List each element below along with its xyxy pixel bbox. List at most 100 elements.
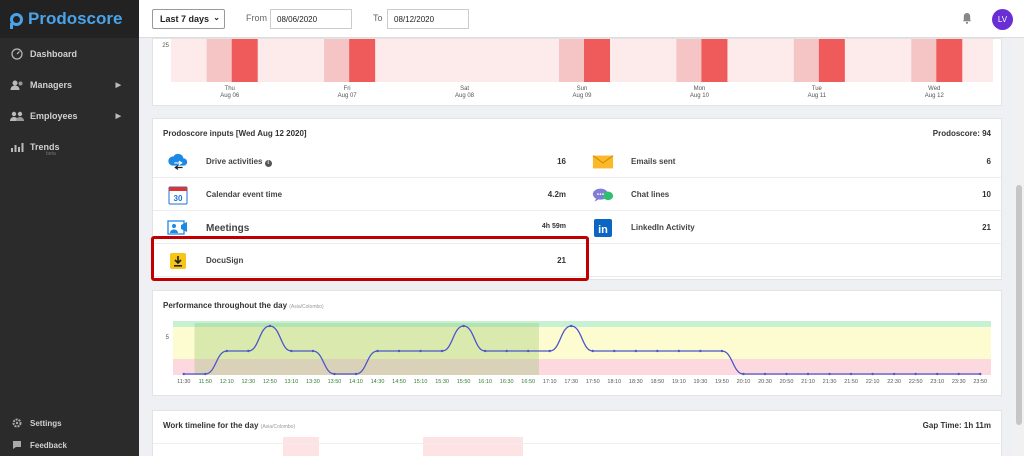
x-tick-label: 22:50: [909, 379, 923, 385]
performance-point: [591, 349, 594, 353]
x-tick-label: 21:10: [801, 379, 815, 385]
x-tick-label: 19:50: [715, 379, 729, 385]
work-timeline-title: Work timeline for the day (Asia/Colombo): [163, 421, 296, 430]
sidebar-nav: Dashboard Managers ▶ Employees ▶ Trends …: [0, 38, 139, 162]
x-tick-label: 12:30: [241, 379, 255, 385]
x-tick-label: Aug 06: [220, 93, 240, 99]
x-tick-label: 15:30: [435, 379, 449, 385]
video-meeting-icon: [167, 218, 189, 238]
inputs-title: Prodoscore inputs [Wed Aug 12 2020]: [163, 129, 307, 138]
scrollbar-thumb[interactable]: [1016, 185, 1022, 425]
performance-point: [935, 372, 939, 376]
topbar: Last 7 days ⌄ From 08/06/2020 To 08/12/2…: [139, 0, 1024, 38]
sidebar-item-trends[interactable]: Trends beta: [0, 131, 139, 162]
brand[interactable]: Prodoscore: [0, 0, 139, 38]
day-bar-light: [206, 39, 232, 82]
gap-time: Gap Time: 1h 11m: [922, 421, 991, 430]
sidebar-item-label: Feedback: [30, 440, 67, 450]
day-bar-light: [911, 39, 937, 82]
performance-point: [333, 372, 336, 376]
x-tick-label: 14:30: [371, 379, 385, 385]
input-value: 10: [982, 190, 991, 199]
x-tick-label: 12:50: [263, 379, 277, 385]
x-tick-label: 17:50: [586, 379, 600, 385]
avatar[interactable]: LV: [992, 9, 1013, 30]
sidebar-item-label: Employees: [30, 110, 78, 121]
cloud-drive-icon: [167, 152, 189, 172]
performance-point: [979, 372, 982, 376]
x-tick-label: 23:30: [952, 379, 966, 385]
x-tick-label: 18:50: [650, 379, 664, 385]
from-date-input[interactable]: 08/06/2020: [270, 9, 352, 29]
performance-point: [311, 349, 315, 353]
sidebar-item-settings[interactable]: Settings: [0, 412, 139, 434]
x-tick-label: Mon: [694, 86, 706, 92]
date-range-select[interactable]: Last 7 days ⌄: [152, 9, 225, 29]
input-name: Meetings: [206, 223, 250, 234]
input-value: 4.2m: [547, 190, 566, 199]
x-tick-label: 15:50: [457, 379, 471, 385]
input-value: 21: [982, 223, 991, 232]
input-row-linkedin: in LinkedIn Activity 21: [578, 211, 1003, 244]
sidebar-item-employees[interactable]: Employees ▶: [0, 100, 139, 131]
performance-point: [570, 324, 573, 328]
x-tick-label: 19:30: [694, 379, 708, 385]
managers-icon: [10, 79, 24, 91]
date-range-value: Last 7 days: [160, 14, 210, 24]
performance-point: [354, 372, 358, 376]
x-tick-label: 16:50: [521, 379, 535, 385]
input-name: Emails sent: [631, 157, 676, 166]
performance-point: [785, 372, 788, 376]
sidebar-item-managers[interactable]: Managers ▶: [0, 69, 139, 100]
day-bar: [936, 39, 963, 82]
daily-score-chart: 25 ThuAug 06 FriAug 07 SatAug 08 SunAug 09 Mo…: [162, 39, 993, 99]
performance-point: [634, 349, 638, 353]
chevron-right-icon: ▶: [115, 112, 121, 120]
linkedin-icon: in: [592, 218, 614, 238]
sidebar-bottom: Settings Feedback: [0, 412, 139, 456]
performance-point: [828, 372, 831, 376]
prodoscore-value: Prodoscore: 94: [932, 129, 991, 138]
x-tick-label: 11:50: [199, 379, 212, 385]
day-bar-light: [324, 39, 350, 82]
input-row-emails: Emails sent 6: [578, 145, 1003, 178]
x-tick-label: Aug 07: [338, 93, 358, 99]
sidebar-item-dashboard[interactable]: Dashboard: [0, 38, 139, 69]
performance-point: [613, 349, 616, 353]
x-tick-label: 22:30: [887, 379, 901, 385]
x-tick-label: Sun: [577, 86, 588, 92]
x-tick-label: Fri: [344, 86, 351, 92]
day-bar: [231, 39, 258, 82]
y-tick-label: 25: [162, 43, 169, 49]
x-tick-label: 20:30: [758, 379, 772, 385]
work-timeline-strip: [153, 437, 1003, 456]
x-tick-label: 15:10: [414, 379, 428, 385]
x-tick-label: 17:10: [543, 379, 557, 385]
x-tick-label: 14:10: [349, 379, 363, 385]
performance-point: [849, 372, 853, 376]
day-bar-light: [559, 39, 584, 82]
performance-point: [376, 349, 379, 353]
performance-point: [720, 349, 724, 353]
performance-point: [247, 349, 250, 353]
x-tick-label: 13:30: [306, 379, 320, 385]
performance-point: [397, 349, 401, 353]
day-bar: [701, 39, 728, 82]
input-name: Drive activities i: [206, 157, 272, 167]
x-tick-label: 17:30: [564, 379, 578, 385]
info-icon[interactable]: i: [264, 160, 272, 167]
day-bar-light: [793, 39, 819, 82]
sidebar-item-label: Managers: [30, 79, 73, 90]
to-date-input[interactable]: 08/12/2020: [387, 9, 469, 29]
sidebar-item-label: Trends: [30, 141, 60, 152]
y-tick-label: 5: [166, 335, 170, 341]
sidebar-item-label: Dashboard: [30, 48, 78, 59]
x-tick-label: Sat: [460, 86, 469, 92]
sidebar-item-feedback[interactable]: Feedback: [0, 434, 139, 456]
chevron-down-icon: ⌄: [213, 13, 220, 22]
performance-point: [505, 349, 508, 353]
notification-bell-icon[interactable]: [962, 12, 972, 24]
performance-point: [548, 349, 551, 353]
input-value: 16: [557, 157, 566, 166]
x-tick-label: Aug 11: [808, 93, 827, 99]
